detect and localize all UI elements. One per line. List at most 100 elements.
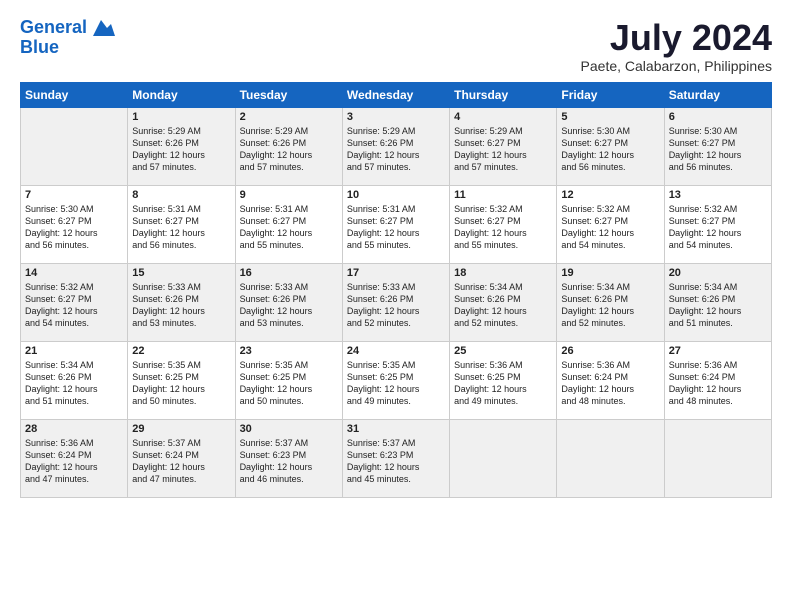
- day-info: Sunrise: 5:32 AM Sunset: 6:27 PM Dayligh…: [454, 203, 552, 252]
- table-cell: [557, 419, 664, 497]
- calendar-header-row: Sunday Monday Tuesday Wednesday Thursday…: [21, 82, 772, 107]
- table-row: 14 Sunrise: 5:32 AM Sunset: 6:27 PM Dayli…: [21, 263, 772, 341]
- day-number: 6: [669, 111, 767, 123]
- header-wednesday: Wednesday: [342, 82, 449, 107]
- day-info: Sunrise: 5:33 AM Sunset: 6:26 PM Dayligh…: [240, 281, 338, 330]
- day-info: Sunrise: 5:30 AM Sunset: 6:27 PM Dayligh…: [669, 125, 767, 174]
- day-number: 29: [132, 423, 230, 435]
- table-cell: 1 Sunrise: 5:29 AM Sunset: 6:26 PM Daylig…: [128, 107, 235, 185]
- day-number: 14: [25, 267, 123, 279]
- month-title: July 2024: [581, 18, 772, 58]
- table-cell: 30 Sunrise: 5:37 AM Sunset: 6:23 PM Dayli…: [235, 419, 342, 497]
- day-number: 8: [132, 189, 230, 201]
- title-area: July 2024 Paete, Calabarzon, Philippines: [581, 18, 772, 74]
- table-cell: 19 Sunrise: 5:34 AM Sunset: 6:26 PM Dayli…: [557, 263, 664, 341]
- day-info: Sunrise: 5:33 AM Sunset: 6:26 PM Dayligh…: [132, 281, 230, 330]
- header-friday: Friday: [557, 82, 664, 107]
- day-info: Sunrise: 5:31 AM Sunset: 6:27 PM Dayligh…: [347, 203, 445, 252]
- day-info: Sunrise: 5:30 AM Sunset: 6:27 PM Dayligh…: [561, 125, 659, 174]
- table-row: 7Sunrise: 5:30 AM Sunset: 6:27 PM Daylig…: [21, 185, 772, 263]
- logo-icon: [93, 20, 115, 36]
- table-cell: 8 Sunrise: 5:31 AM Sunset: 6:27 PM Daylig…: [128, 185, 235, 263]
- day-number: 12: [561, 189, 659, 201]
- day-info: Sunrise: 5:36 AM Sunset: 6:24 PM Dayligh…: [669, 359, 767, 408]
- table-cell: 23Sunrise: 5:35 AM Sunset: 6:25 PM Dayli…: [235, 341, 342, 419]
- day-info: Sunrise: 5:35 AM Sunset: 6:25 PM Dayligh…: [132, 359, 230, 408]
- day-info: Sunrise: 5:32 AM Sunset: 6:27 PM Dayligh…: [669, 203, 767, 252]
- table-cell: [450, 419, 557, 497]
- day-number: 15: [132, 267, 230, 279]
- header-thursday: Thursday: [450, 82, 557, 107]
- day-info: Sunrise: 5:34 AM Sunset: 6:26 PM Dayligh…: [561, 281, 659, 330]
- day-number: 11: [454, 189, 552, 201]
- table-cell: 24 Sunrise: 5:35 AM Sunset: 6:25 PM Dayli…: [342, 341, 449, 419]
- table-cell: 9 Sunrise: 5:31 AM Sunset: 6:27 PM Daylig…: [235, 185, 342, 263]
- table-cell: 29Sunrise: 5:37 AM Sunset: 6:24 PM Dayli…: [128, 419, 235, 497]
- day-number: 21: [25, 345, 123, 357]
- day-info: Sunrise: 5:37 AM Sunset: 6:23 PM Dayligh…: [240, 437, 338, 486]
- table-cell: 27Sunrise: 5:36 AM Sunset: 6:24 PM Dayli…: [664, 341, 771, 419]
- header: General Blue July 2024 Paete, Calabarzon…: [20, 18, 772, 74]
- table-cell: 11 Sunrise: 5:32 AM Sunset: 6:27 PM Dayli…: [450, 185, 557, 263]
- table-cell: 7Sunrise: 5:30 AM Sunset: 6:27 PM Daylig…: [21, 185, 128, 263]
- day-info: Sunrise: 5:29 AM Sunset: 6:26 PM Dayligh…: [347, 125, 445, 174]
- day-info: Sunrise: 5:32 AM Sunset: 6:27 PM Dayligh…: [561, 203, 659, 252]
- table-cell: 14 Sunrise: 5:32 AM Sunset: 6:27 PM Dayli…: [21, 263, 128, 341]
- table-cell: 28Sunrise: 5:36 AM Sunset: 6:24 PM Dayli…: [21, 419, 128, 497]
- day-number: 24: [347, 345, 445, 357]
- day-number: 10: [347, 189, 445, 201]
- table-cell: 21 Sunrise: 5:34 AM Sunset: 6:26 PM Dayli…: [21, 341, 128, 419]
- day-number: 30: [240, 423, 338, 435]
- day-info: Sunrise: 5:34 AM Sunset: 6:26 PM Dayligh…: [669, 281, 767, 330]
- logo: General Blue: [20, 18, 116, 58]
- table-cell: 15 Sunrise: 5:33 AM Sunset: 6:26 PM Dayli…: [128, 263, 235, 341]
- table-cell: 16 Sunrise: 5:33 AM Sunset: 6:26 PM Dayli…: [235, 263, 342, 341]
- table-cell: 20 Sunrise: 5:34 AM Sunset: 6:26 PM Dayli…: [664, 263, 771, 341]
- day-number: 1: [132, 111, 230, 123]
- day-info: Sunrise: 5:29 AM Sunset: 6:26 PM Dayligh…: [240, 125, 338, 174]
- day-number: 20: [669, 267, 767, 279]
- day-number: 16: [240, 267, 338, 279]
- day-info: Sunrise: 5:32 AM Sunset: 6:27 PM Dayligh…: [25, 281, 123, 330]
- day-number: 28: [25, 423, 123, 435]
- table-cell: 26 Sunrise: 5:36 AM Sunset: 6:24 PM Dayli…: [557, 341, 664, 419]
- day-number: 25: [454, 345, 552, 357]
- header-sunday: Sunday: [21, 82, 128, 107]
- day-info: Sunrise: 5:29 AM Sunset: 6:27 PM Dayligh…: [454, 125, 552, 174]
- logo-text: General: [20, 18, 116, 38]
- day-number: 9: [240, 189, 338, 201]
- day-number: 22: [132, 345, 230, 357]
- table-cell: 25 Sunrise: 5:36 AM Sunset: 6:25 PM Dayli…: [450, 341, 557, 419]
- table-row: 28Sunrise: 5:36 AM Sunset: 6:24 PM Dayli…: [21, 419, 772, 497]
- table-cell: 6 Sunrise: 5:30 AM Sunset: 6:27 PM Daylig…: [664, 107, 771, 185]
- header-saturday: Saturday: [664, 82, 771, 107]
- day-number: 17: [347, 267, 445, 279]
- day-info: Sunrise: 5:35 AM Sunset: 6:25 PM Dayligh…: [347, 359, 445, 408]
- table-cell: 10 Sunrise: 5:31 AM Sunset: 6:27 PM Dayli…: [342, 185, 449, 263]
- day-info: Sunrise: 5:36 AM Sunset: 6:25 PM Dayligh…: [454, 359, 552, 408]
- table-cell: [21, 107, 128, 185]
- table-cell: 13Sunrise: 5:32 AM Sunset: 6:27 PM Dayli…: [664, 185, 771, 263]
- day-number: 23: [240, 345, 338, 357]
- page: General Blue July 2024 Paete, Calabarzon…: [0, 0, 792, 612]
- day-info: Sunrise: 5:31 AM Sunset: 6:27 PM Dayligh…: [132, 203, 230, 252]
- table-cell: 5Sunrise: 5:30 AM Sunset: 6:27 PM Daylig…: [557, 107, 664, 185]
- day-info: Sunrise: 5:34 AM Sunset: 6:26 PM Dayligh…: [25, 359, 123, 408]
- day-number: 7: [25, 189, 123, 201]
- table-row: 21 Sunrise: 5:34 AM Sunset: 6:26 PM Dayli…: [21, 341, 772, 419]
- day-info: Sunrise: 5:31 AM Sunset: 6:27 PM Dayligh…: [240, 203, 338, 252]
- day-number: 19: [561, 267, 659, 279]
- table-cell: 17Sunrise: 5:33 AM Sunset: 6:26 PM Dayli…: [342, 263, 449, 341]
- table-cell: 4Sunrise: 5:29 AM Sunset: 6:27 PM Daylig…: [450, 107, 557, 185]
- day-number: 31: [347, 423, 445, 435]
- table-cell: 18Sunrise: 5:34 AM Sunset: 6:26 PM Dayli…: [450, 263, 557, 341]
- table-cell: 22 Sunrise: 5:35 AM Sunset: 6:25 PM Dayli…: [128, 341, 235, 419]
- day-info: Sunrise: 5:37 AM Sunset: 6:23 PM Dayligh…: [347, 437, 445, 486]
- table-cell: 12 Sunrise: 5:32 AM Sunset: 6:27 PM Dayli…: [557, 185, 664, 263]
- logo-general: General: [20, 17, 87, 37]
- day-info: Sunrise: 5:29 AM Sunset: 6:26 PM Dayligh…: [132, 125, 230, 174]
- day-info: Sunrise: 5:36 AM Sunset: 6:24 PM Dayligh…: [561, 359, 659, 408]
- table-cell: 2Sunrise: 5:29 AM Sunset: 6:26 PM Daylig…: [235, 107, 342, 185]
- header-monday: Monday: [128, 82, 235, 107]
- day-number: 26: [561, 345, 659, 357]
